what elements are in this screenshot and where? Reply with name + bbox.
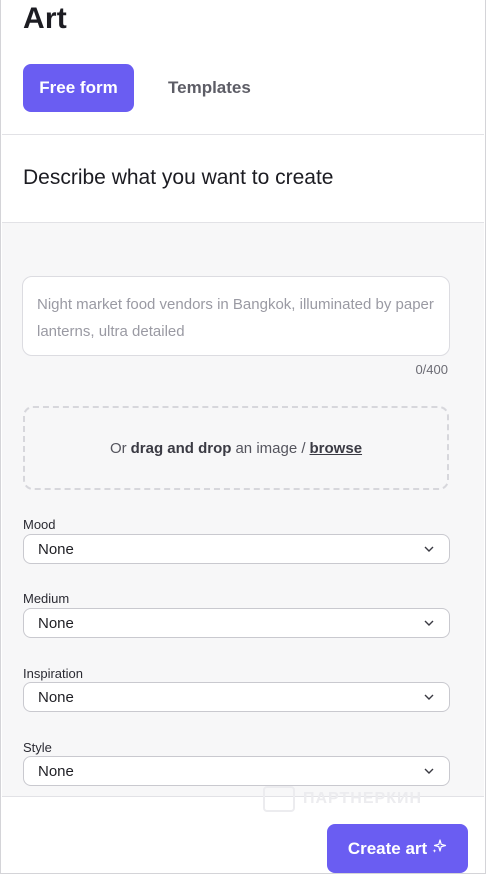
inspiration-value: None — [38, 688, 74, 706]
dropzone-prefix: Or — [109, 439, 127, 457]
inspiration-label: Inspiration — [23, 666, 83, 681]
mood-select[interactable]: None — [23, 534, 450, 564]
chevron-down-icon — [423, 617, 435, 629]
dropzone-bold: drag and drop — [130, 439, 232, 457]
mood-label: Mood — [23, 517, 56, 532]
tab-templates[interactable]: Templates — [156, 64, 263, 112]
chevron-down-icon — [423, 765, 435, 777]
tab-free-form[interactable]: Free form — [23, 64, 134, 112]
page-title: Art — [23, 2, 67, 35]
character-counter: 0/400 — [415, 362, 448, 377]
medium-value: None — [38, 614, 74, 632]
browse-link[interactable]: browse — [310, 440, 363, 457]
medium-label: Medium — [23, 591, 70, 606]
style-label: Style — [23, 740, 52, 755]
dropzone-middle: an image / — [235, 439, 306, 457]
prompt-textarea[interactable]: Night market food vendors in Bangkok, il… — [22, 276, 450, 356]
section-heading: Describe what you want to create — [23, 166, 334, 189]
prompt-placeholder: Night market food vendors in Bangkok, il… — [37, 296, 434, 340]
inspiration-select[interactable]: None — [23, 682, 450, 712]
style-value: None — [38, 762, 74, 780]
mode-tabs: Free form Templates — [23, 64, 263, 112]
chevron-down-icon — [423, 543, 435, 555]
app-frame: Art Free form Templates Describe what yo… — [0, 0, 486, 874]
create-art-label: Create art — [347, 838, 428, 858]
sparkle-icon — [431, 838, 447, 859]
create-art-button[interactable]: Create art — [327, 824, 468, 873]
medium-select[interactable]: None — [23, 608, 450, 638]
image-dropzone[interactable]: Or drag and drop an image / browse — [23, 406, 449, 490]
mood-value: None — [38, 540, 74, 558]
chevron-down-icon — [423, 691, 435, 703]
divider — [2, 134, 484, 135]
watermark: ПАРТНЕРКИН — [263, 786, 422, 812]
style-select[interactable]: None — [23, 756, 450, 786]
watermark-text: ПАРТНЕРКИН — [303, 790, 423, 807]
watermark-logo-icon — [263, 786, 295, 812]
